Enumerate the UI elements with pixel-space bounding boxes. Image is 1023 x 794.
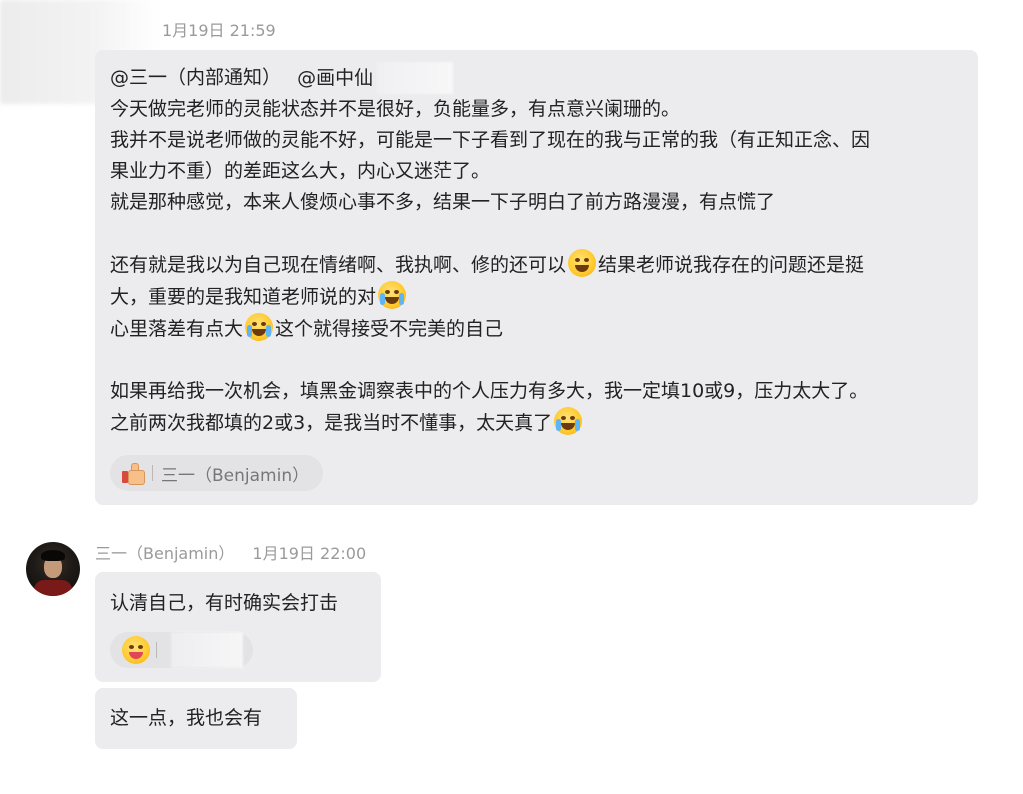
mention-tag[interactable]: @三一（内部通知） (110, 67, 281, 89)
message-timestamp: 1月19日 22:00 (252, 544, 367, 563)
reaction-divider (152, 465, 153, 481)
message-line: 之前两次我都填的2或3，是我当时不懂事，太天真了 (110, 407, 870, 439)
cry-laugh-icon (554, 407, 583, 435)
message-text: 大，重要的是我知道老师说的对 (110, 286, 377, 308)
message-line: 心里落差有点大 这个就得接受不完美的自己 (110, 313, 870, 345)
message-line: 这一点，我也会有 (110, 707, 263, 729)
message-line: 如果再给我一次机会，填黑金调察表中的个人压力有多大，我一定填10或9，压力太大了… (110, 380, 869, 402)
message-line: 就是那种感觉，本来人傻烦心事不多，结果一下子明白了前方路漫漫，有点慌了 (110, 191, 776, 213)
message-text: 结果老师说我存在的问题还是挺 (598, 254, 865, 276)
redacted-name (171, 632, 243, 668)
message-text: 心里落差有点大 (110, 318, 244, 340)
reaction-divider (156, 642, 157, 658)
message-line: 认清自己，有时确实会打击 (110, 592, 339, 614)
message-line: 果业力不重）的差距这么大，内心又迷茫了。 (110, 160, 491, 182)
message-bubble[interactable]: 这一点，我也会有 (95, 688, 297, 749)
message-bubble[interactable]: @三一（内部通知） @画中仙 今天做完老师的灵能状态并不是很好，负能量多，有点意… (95, 50, 978, 505)
message-line: 还有就是我以为自己现在情绪啊、我执啊、修的还可以 结果老师说我存在的问题还是挺 (110, 249, 870, 281)
laugh-tears-icon (245, 313, 274, 341)
message-body: @三一（内部通知） @画中仙 今天做完老师的灵能状态并不是很好，负能量多，有点意… (110, 62, 870, 439)
message-line: 大，重要的是我知道老师说的对 (110, 281, 870, 313)
message-line: 我并不是说老师做的灵能不好，可能是一下子看到了现在的我与正常的我（有正知正念、因 (110, 129, 871, 151)
message-bubble[interactable]: 认清自己，有时确实会打击 (95, 572, 381, 682)
sender-header: 三一（Benjamin） 1月19日 22:00 (95, 540, 366, 564)
smile-icon (568, 249, 597, 277)
message-text: 之前两次我都填的2或3，是我当时不懂事，太天真了 (110, 412, 553, 434)
mention-line: @三一（内部通知） @画中仙 (110, 62, 870, 94)
message-text: 还有就是我以为自己现在情绪啊、我执啊、修的还可以 (110, 254, 567, 276)
sender-name[interactable]: 三一（Benjamin） (95, 544, 234, 563)
message-text: 这个就得接受不完美的自己 (275, 318, 504, 340)
cry-laugh-icon (378, 281, 407, 309)
mention-tag[interactable]: @画中仙 (297, 67, 373, 89)
reaction-pill[interactable] (110, 632, 253, 668)
reaction-user: 三一（Benjamin） (161, 465, 310, 486)
reaction-pill[interactable]: 三一（Benjamin） (110, 455, 324, 491)
message-line: 今天做完老师的灵能状态并不是很好，负能量多，有点意兴阑珊的。 (110, 98, 681, 120)
redacted-name (377, 62, 454, 94)
avatar[interactable] (26, 542, 80, 596)
message-timestamp: 1月19日 21:59 (162, 21, 276, 40)
wink-tongue-icon (122, 636, 150, 664)
thumbs-up-icon (122, 462, 145, 485)
